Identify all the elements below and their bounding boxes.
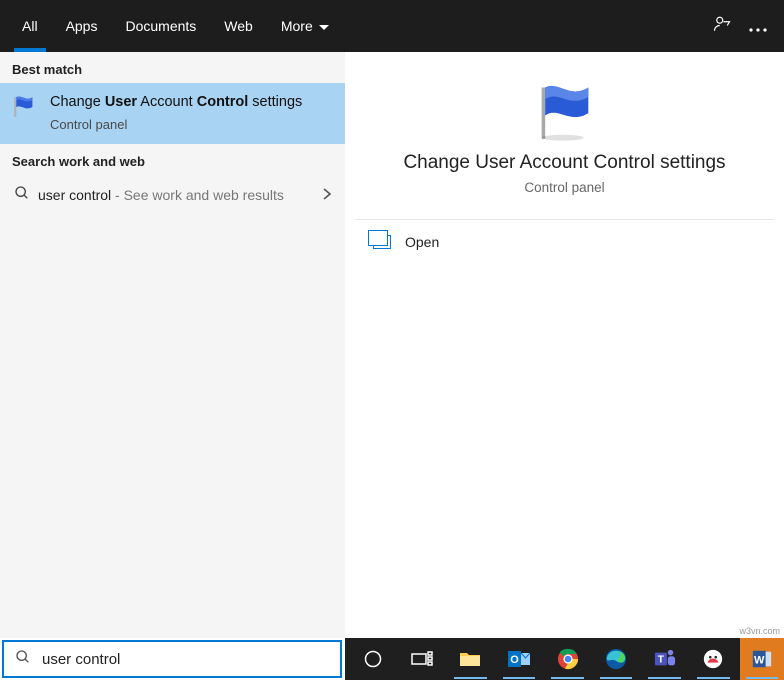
- web-result-user-control[interactable]: user control - See work and web results: [0, 175, 345, 216]
- svg-text:T: T: [657, 655, 664, 666]
- svg-text:O: O: [510, 654, 519, 666]
- taskbar-word[interactable]: W: [740, 638, 784, 680]
- tab-all[interactable]: All: [8, 0, 52, 52]
- tab-more[interactable]: More: [267, 0, 343, 52]
- taskbar: O T W: [345, 638, 784, 680]
- search-icon: [4, 649, 42, 670]
- best-match-heading: Best match: [0, 52, 345, 83]
- tab-web[interactable]: Web: [210, 0, 267, 52]
- uac-flag-icon: [10, 93, 38, 121]
- result-change-uac-settings[interactable]: Change User Account Control settings Con…: [0, 83, 345, 144]
- preview-panel: Change User Account Control settings Con…: [345, 52, 784, 638]
- open-icon: [373, 235, 391, 249]
- result-title: Change User Account Control settings: [50, 93, 331, 113]
- taskbar-edge[interactable]: [594, 638, 639, 680]
- tab-apps[interactable]: Apps: [52, 0, 112, 52]
- search-filter-tabs: All Apps Documents Web More: [0, 0, 784, 52]
- taskbar-cortana[interactable]: [351, 638, 396, 680]
- search-icon: [14, 185, 38, 206]
- feedback-icon[interactable]: [704, 15, 740, 38]
- preview-subtitle: Control panel: [524, 180, 604, 195]
- watermark: w3vn.com: [739, 626, 780, 636]
- result-subtitle: Control panel: [50, 117, 331, 132]
- preview-title: Change User Account Control settings: [403, 152, 725, 174]
- open-action[interactable]: Open: [355, 220, 774, 264]
- chevron-right-icon: [323, 187, 331, 203]
- search-input[interactable]: [42, 651, 340, 668]
- uac-flag-icon: [530, 80, 600, 144]
- taskbar-chrome[interactable]: [545, 638, 590, 680]
- taskbar-file-explorer[interactable]: [448, 638, 493, 680]
- more-options-icon[interactable]: [740, 16, 776, 37]
- work-web-heading: Search work and web: [0, 144, 345, 175]
- search-box[interactable]: [2, 640, 342, 678]
- taskbar-taskview[interactable]: [400, 638, 445, 680]
- taskbar-outlook[interactable]: O: [497, 638, 542, 680]
- tab-documents[interactable]: Documents: [111, 0, 210, 52]
- taskbar-app[interactable]: [691, 638, 736, 680]
- open-label: Open: [405, 234, 439, 250]
- taskbar-teams[interactable]: T: [642, 638, 687, 680]
- web-result-text: user control - See work and web results: [38, 187, 323, 203]
- chevron-down-icon: [319, 18, 329, 34]
- svg-text:W: W: [754, 655, 765, 667]
- results-panel: Best match Change User Account Control s…: [0, 52, 345, 638]
